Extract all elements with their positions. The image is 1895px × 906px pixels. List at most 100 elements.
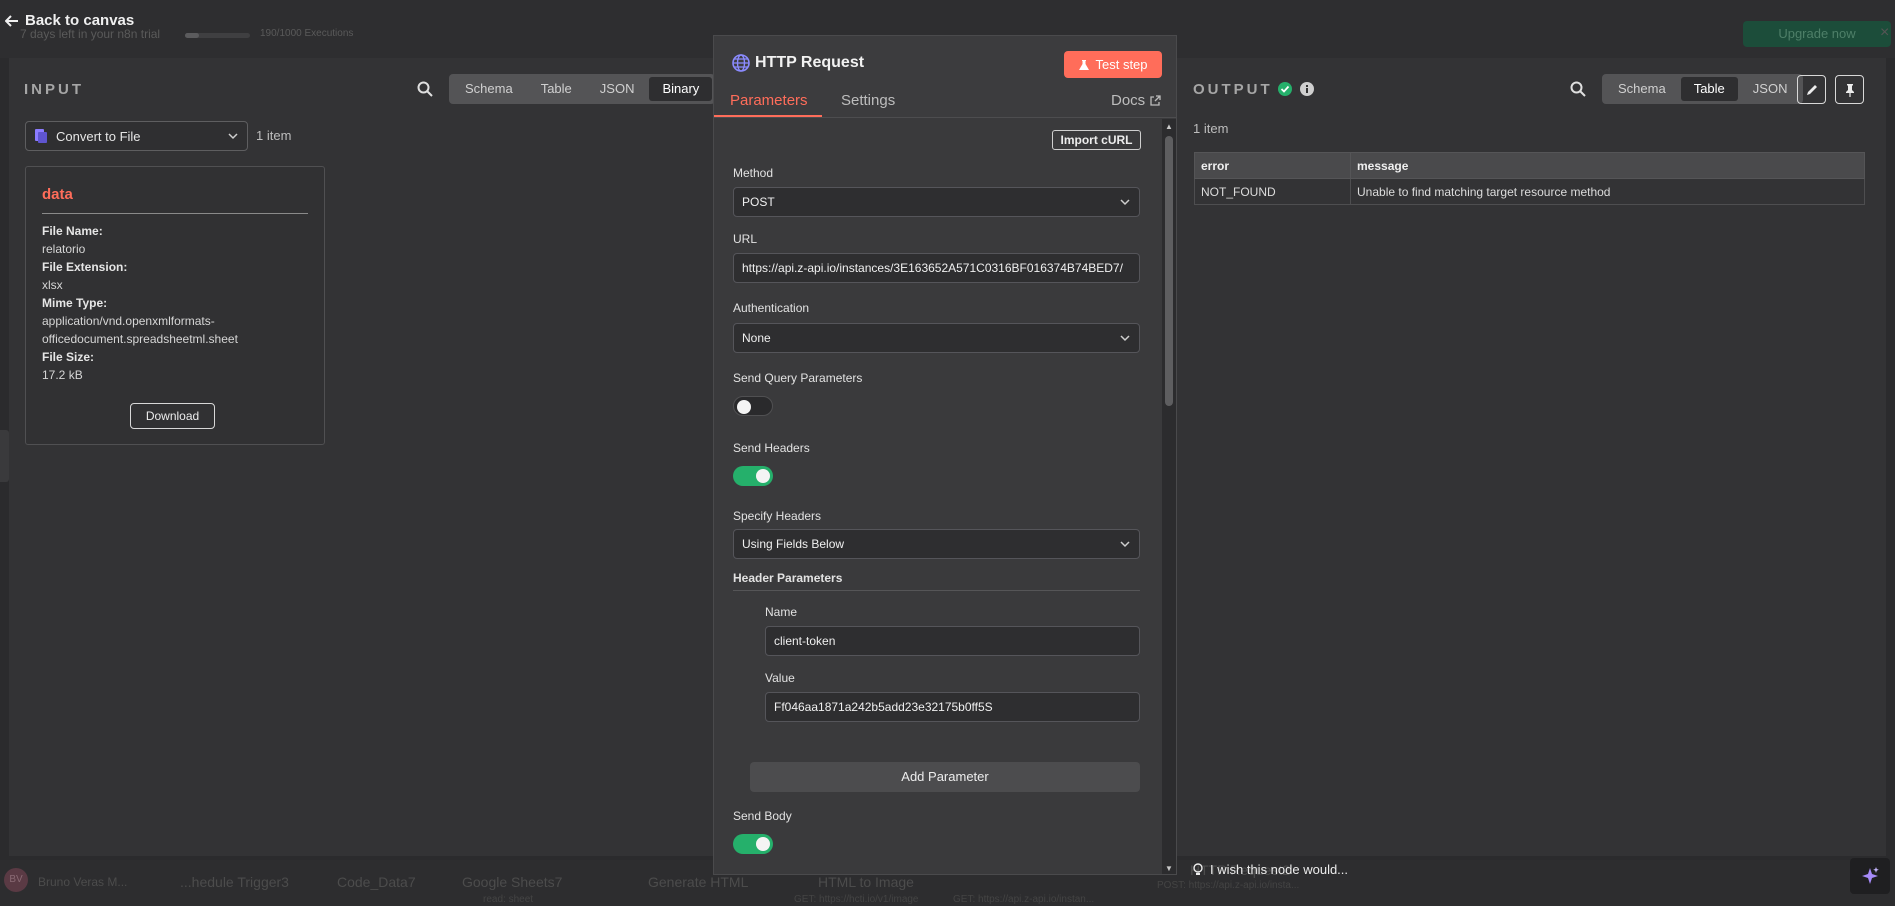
- import-curl-button[interactable]: Import cURL: [1052, 130, 1141, 150]
- bg-node-label: ...hedule Trigger3: [180, 874, 289, 890]
- header-value-label: Value: [765, 671, 795, 685]
- search-icon[interactable]: [1570, 81, 1586, 97]
- input-view-tabs: Schema Table JSON Binary: [449, 74, 716, 104]
- mime-label: Mime Type:: [42, 296, 108, 310]
- header-name-label: Name: [765, 605, 798, 619]
- input-item-count: 1 item: [256, 128, 292, 143]
- tab-schema[interactable]: Schema: [452, 77, 526, 101]
- info-icon[interactable]: [1300, 82, 1314, 96]
- upgrade-button[interactable]: Upgrade now: [1743, 21, 1891, 47]
- column-header: message: [1350, 152, 1865, 179]
- divider: [733, 590, 1140, 591]
- file-name-label: File Name:: [42, 224, 103, 238]
- table-header-row: error message: [1194, 152, 1865, 179]
- input-title: INPUT: [24, 81, 84, 98]
- url-input[interactable]: https://api.z-api.io/instances/3E163652A…: [733, 253, 1140, 283]
- send-query-toggle[interactable]: [733, 396, 773, 416]
- node-title[interactable]: HTTP Request: [755, 54, 864, 72]
- chevron-down-icon: [1120, 335, 1130, 342]
- input-node-select[interactable]: Convert to File: [25, 121, 248, 151]
- scroll-up-icon[interactable]: ▲: [1165, 122, 1173, 131]
- output-item-count: 1 item: [1193, 121, 1229, 136]
- chevron-down-icon: [228, 133, 238, 140]
- output-title: OUTPUT: [1193, 81, 1273, 98]
- pin-icon: [1845, 83, 1854, 97]
- arrow-left-icon: [5, 14, 18, 27]
- output-table: error message NOT_FOUND Unable to find m…: [1194, 152, 1865, 205]
- tab-schema[interactable]: Schema: [1605, 77, 1679, 101]
- ai-assistant-button[interactable]: [1850, 858, 1890, 894]
- feedback-prompt[interactable]: I wish this node would...: [1192, 862, 1348, 877]
- scrollbar-thumb[interactable]: [1165, 136, 1173, 406]
- trial-text: 7 days left in your n8n trial: [20, 27, 161, 41]
- sparkle-icon: [1862, 867, 1879, 884]
- test-step-button[interactable]: Test step: [1064, 51, 1162, 78]
- bg-node-sub: POST: https://api.z-api.io/insta...: [1157, 880, 1300, 891]
- tab-json[interactable]: JSON: [1740, 77, 1801, 101]
- url-label: URL: [733, 232, 758, 246]
- tab-json[interactable]: JSON: [587, 77, 648, 101]
- send-headers-toggle[interactable]: [733, 466, 773, 486]
- bg-node-label: Generate HTML: [648, 874, 749, 890]
- header-parameters-label: Header Parameters: [733, 571, 843, 585]
- specify-headers-label: Specify Headers: [733, 509, 822, 523]
- column-header: error: [1194, 152, 1351, 179]
- header-value-input[interactable]: Ff046aa1871a242b5add23e32175b0ff5S: [765, 692, 1140, 722]
- bg-node-label: Google Sheets7: [462, 874, 563, 890]
- close-icon[interactable]: ×: [1880, 24, 1889, 42]
- table-row: NOT_FOUND Unable to find matching target…: [1194, 178, 1865, 205]
- executions-text: 190/1000 Executions: [260, 28, 354, 39]
- method-label: Method: [733, 166, 774, 180]
- bg-node-sub: read: sheet: [483, 894, 534, 905]
- bg-node-sub: GET: https://api.z-api.io/instan...: [953, 894, 1095, 905]
- globe-icon: [732, 54, 750, 72]
- download-button[interactable]: Download: [130, 403, 215, 429]
- binary-data-card: data File Name: relatorio File Extension…: [25, 166, 325, 445]
- flask-icon: [1079, 59, 1090, 70]
- authentication-label: Authentication: [733, 301, 810, 315]
- tab-parameters[interactable]: Parameters: [730, 92, 808, 109]
- node-settings-modal: HTTP Request Test step Parameters Settin…: [713, 35, 1177, 875]
- success-check-icon: [1278, 82, 1292, 96]
- table-cell: NOT_FOUND: [1194, 178, 1351, 205]
- chevron-down-icon: [1120, 199, 1130, 206]
- send-query-label: Send Query Parameters: [733, 371, 863, 385]
- canvas-edge-handle: [0, 430, 9, 482]
- file-convert-icon: [35, 129, 47, 143]
- file-name-value: relatorio: [42, 242, 86, 256]
- search-icon[interactable]: [417, 81, 433, 97]
- bg-node-label: HTML to Image: [818, 874, 914, 890]
- mime-value-line2: officedocument.spreadsheetml.sheet: [42, 332, 238, 346]
- edit-output-button[interactable]: [1797, 75, 1826, 104]
- back-to-canvas-button[interactable]: Back to canvas: [5, 12, 134, 29]
- send-body-toggle[interactable]: [733, 834, 773, 854]
- active-tab-indicator: [714, 115, 822, 117]
- external-link-icon: [1150, 95, 1161, 106]
- specify-headers-select[interactable]: Using Fields Below: [733, 529, 1140, 559]
- add-parameter-button[interactable]: Add Parameter: [750, 762, 1140, 792]
- tab-binary[interactable]: Binary: [649, 77, 713, 101]
- output-view-tabs: Schema Table JSON: [1602, 74, 1804, 104]
- tab-table[interactable]: Table: [1680, 77, 1738, 101]
- file-ext-label: File Extension:: [42, 260, 128, 274]
- mime-value-line1: application/vnd.openxmlformats-: [42, 314, 215, 328]
- pencil-icon: [1806, 84, 1817, 95]
- docs-link[interactable]: Docs: [1111, 92, 1161, 109]
- bg-node-label: Code_Data7: [337, 874, 416, 890]
- user-name: Bruno Veras M...: [38, 875, 128, 889]
- avatar: BV: [4, 868, 28, 892]
- header-name-input[interactable]: client-token: [765, 626, 1140, 656]
- executions-progress: [185, 33, 250, 38]
- file-size-value: 17.2 kB: [42, 368, 83, 382]
- pin-output-button[interactable]: [1835, 75, 1864, 104]
- divider: [714, 117, 1176, 118]
- tab-table[interactable]: Table: [528, 77, 585, 101]
- divider: [42, 213, 308, 214]
- scroll-down-icon[interactable]: ▼: [1165, 864, 1173, 873]
- tab-settings[interactable]: Settings: [841, 92, 895, 109]
- file-size-label: File Size:: [42, 350, 95, 364]
- authentication-select[interactable]: None: [733, 323, 1140, 353]
- send-headers-label: Send Headers: [733, 441, 810, 455]
- bg-node-sub: GET: https://hcti.io/v1/image: [794, 894, 919, 905]
- method-select[interactable]: POST: [733, 187, 1140, 217]
